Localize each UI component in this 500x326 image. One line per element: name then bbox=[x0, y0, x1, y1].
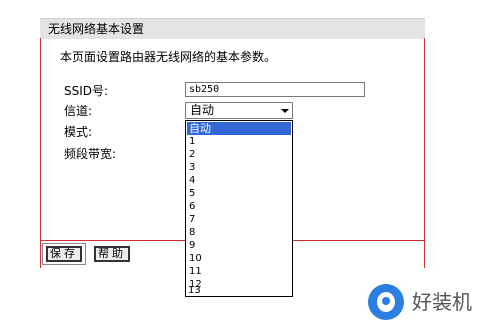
channel-option[interactable]: 1 bbox=[187, 135, 291, 148]
bandwidth-label: 频段带宽: bbox=[64, 147, 117, 161]
channel-option[interactable]: 13 bbox=[186, 284, 290, 297]
ssid-input[interactable]: sb250 bbox=[185, 82, 365, 97]
channel-option[interactable]: 自动 bbox=[187, 122, 291, 135]
channel-label: 信道: bbox=[64, 104, 93, 118]
panel-border-left bbox=[40, 38, 41, 268]
chevron-down-icon[interactable] bbox=[281, 109, 289, 113]
page-description: 本页面设置路由器无线网络的基本参数。 bbox=[60, 50, 277, 64]
help-button[interactable]: 帮助 bbox=[94, 246, 130, 262]
watermark-logo-icon bbox=[368, 284, 404, 320]
channel-option[interactable]: 2 bbox=[187, 148, 291, 161]
panel-border-right bbox=[424, 38, 425, 268]
channel-select[interactable]: 自动 bbox=[185, 102, 293, 119]
channel-option[interactable]: 7 bbox=[187, 213, 291, 226]
watermark-site-name: 好装机 bbox=[412, 290, 472, 314]
ssid-label: SSID号: bbox=[64, 84, 109, 98]
save-button[interactable]: 保存 bbox=[46, 246, 82, 262]
channel-option[interactable]: 4 bbox=[187, 174, 291, 187]
channel-option[interactable]: 9 bbox=[187, 239, 291, 252]
channel-option[interactable]: 11 bbox=[187, 265, 291, 278]
panel-title: 无线网络基本设置 bbox=[48, 22, 145, 36]
channel-option[interactable]: 10 bbox=[187, 252, 291, 265]
channel-option[interactable]: 8 bbox=[187, 226, 291, 239]
channel-option[interactable]: 5 bbox=[187, 187, 291, 200]
panel-header: 无线网络基本设置 bbox=[40, 18, 425, 39]
channel-dropdown-list[interactable]: 自动 1 2 3 4 5 6 7 8 9 10 11 12 bbox=[185, 120, 293, 297]
mode-label: 模式: bbox=[64, 125, 93, 139]
channel-option[interactable]: 3 bbox=[187, 161, 291, 174]
channel-select-value: 自动 bbox=[190, 103, 215, 117]
channel-option[interactable]: 6 bbox=[187, 200, 291, 213]
